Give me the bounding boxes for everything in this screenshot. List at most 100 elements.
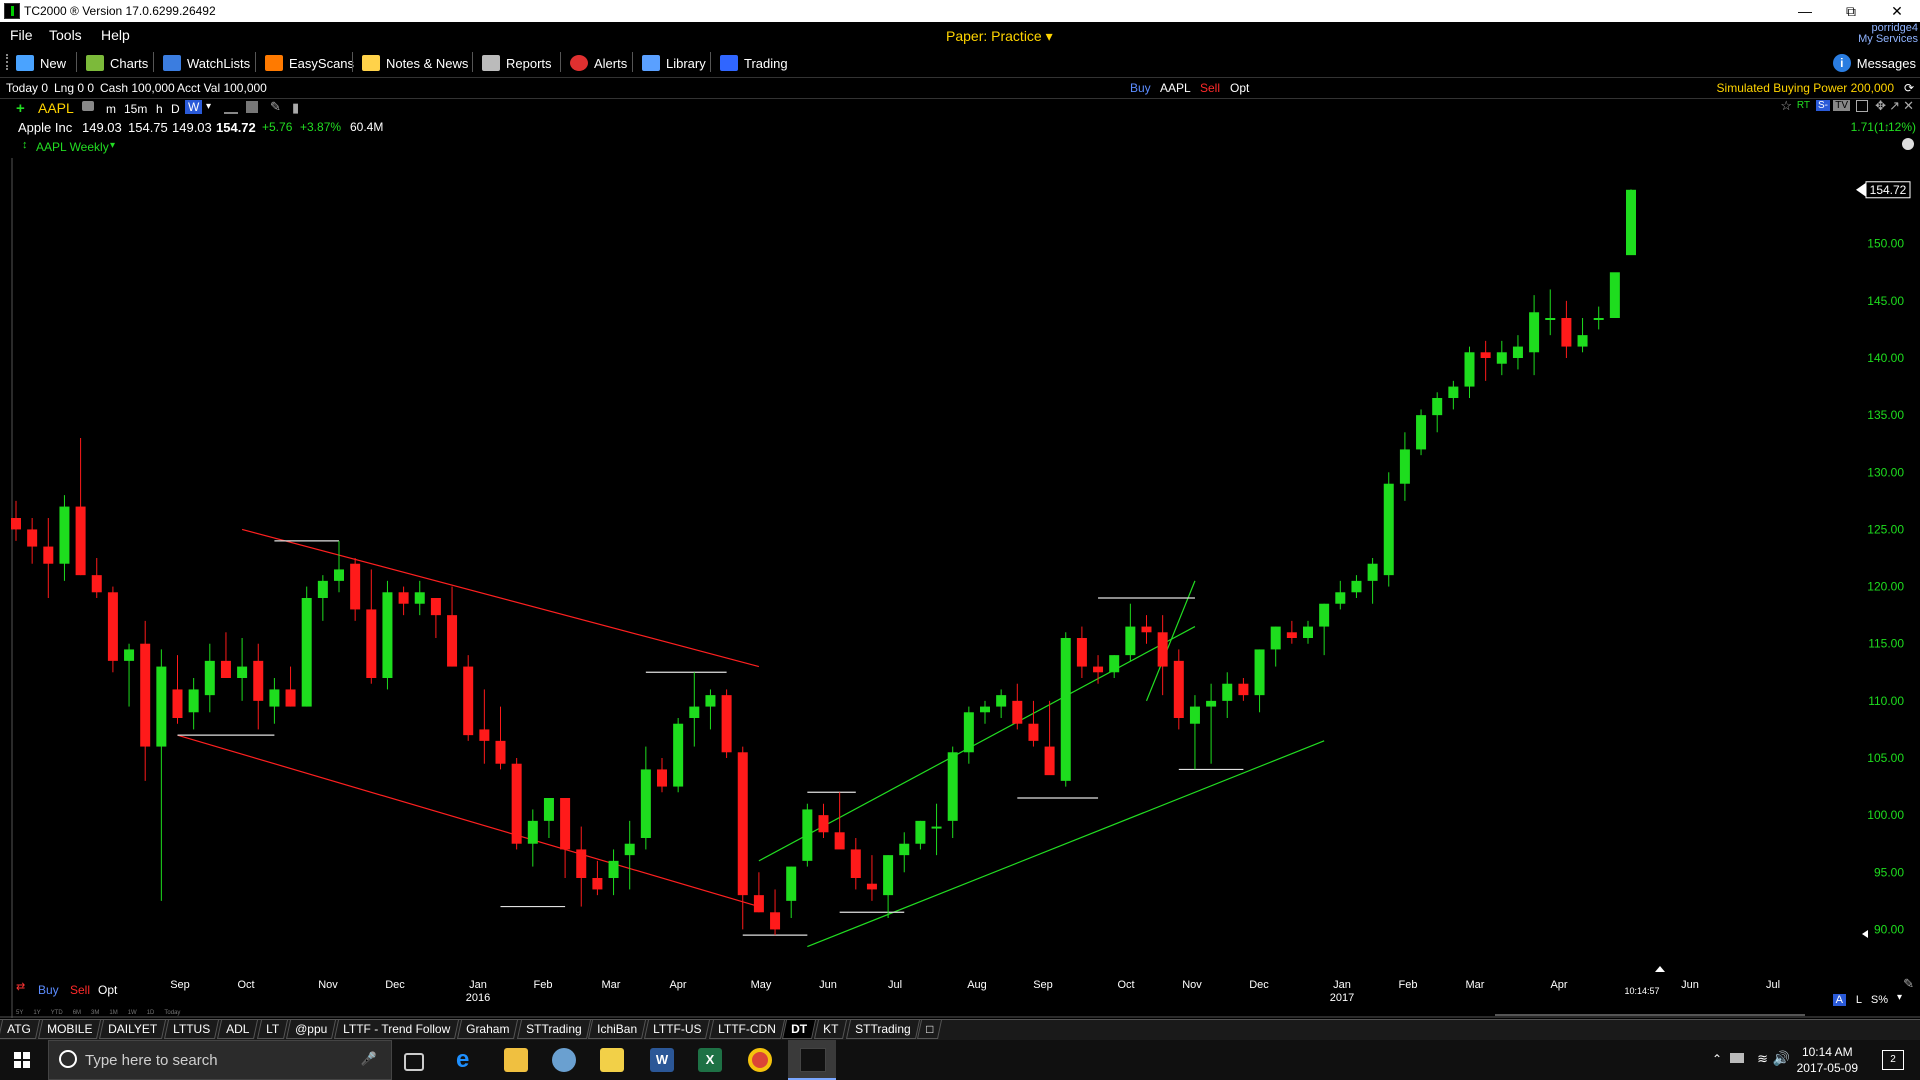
tc2000-taskbar-button[interactable]	[788, 1040, 836, 1080]
tab-sttrading-2[interactable]: STTrading	[845, 1020, 920, 1039]
tab-lt[interactable]: LT	[256, 1020, 288, 1039]
print-icon[interactable]	[82, 101, 94, 111]
close-chart-icon[interactable]: ✕	[1903, 98, 1914, 114]
tab-graham[interactable]: Graham	[457, 1020, 519, 1039]
interval-w[interactable]: W	[185, 100, 203, 114]
tab-lttus[interactable]: LTTUS	[164, 1020, 220, 1039]
toolbar-notes-news-button[interactable]: Notes & News	[362, 53, 468, 73]
chevron-up-icon[interactable]: ⌃	[1712, 1052, 1722, 1066]
interval-d[interactable]: D	[171, 102, 180, 116]
tab-atg[interactable]: ATG	[0, 1020, 40, 1039]
chevron-down-icon[interactable]: ▾	[1897, 992, 1902, 1003]
price-chart[interactable]: 90.00 95.00 100.00 105.00 110.00 115.00 120.00…	[0, 158, 1920, 1018]
favorite-star-icon[interactable]: ☆	[1780, 98, 1792, 114]
microphone-icon[interactable]: 🎤	[361, 1051, 377, 1067]
chart-opt-button[interactable]: Opt	[98, 983, 117, 997]
chart-sell-button[interactable]: Sell	[70, 983, 90, 997]
toolbar-charts-button[interactable]: Charts	[86, 53, 148, 73]
tab-lttf-trend-follow[interactable]: LTTF - Trend Follow	[334, 1020, 460, 1039]
trade-symbol[interactable]: AAPL	[1160, 81, 1191, 95]
interval-m[interactable]: m	[106, 102, 116, 116]
tab-mobile[interactable]: MOBILE	[37, 1020, 102, 1039]
toolbar-easyscans-button[interactable]: EasyScans	[265, 53, 354, 73]
messages-button[interactable]: i Messages	[1832, 53, 1916, 73]
options-button[interactable]: Opt	[1230, 81, 1249, 95]
tab-lttf-cdn[interactable]: LTTF-CDN	[708, 1020, 785, 1039]
buy-button[interactable]: Buy	[1130, 81, 1151, 95]
battery-icon[interactable]	[1730, 1053, 1744, 1063]
menu-tools[interactable]: Tools	[49, 27, 82, 43]
action-center-icon[interactable]: 2	[1882, 1050, 1904, 1070]
chart-symbol[interactable]: AAPL	[38, 100, 74, 116]
tab-ichiban[interactable]: IchiBan	[588, 1020, 647, 1039]
tab-dailyet[interactable]: DAILYET	[99, 1020, 167, 1039]
chart-name[interactable]: AAPL Weekly	[36, 140, 109, 154]
minimize-icon[interactable]: —	[1782, 0, 1828, 22]
interval-h[interactable]: h	[156, 102, 163, 116]
auto-scale-button[interactable]: A	[1832, 994, 1846, 1006]
chrome-icon[interactable]	[748, 1048, 772, 1072]
trade-arrows-icon[interactable]: ⇄	[16, 980, 25, 993]
detach-icon[interactable]: ↗	[1889, 98, 1900, 114]
toolbar-grip-icon[interactable]	[6, 54, 11, 70]
restore-icon[interactable]: ⧉	[1828, 0, 1874, 22]
chevron-down-icon[interactable]: ▾	[110, 140, 115, 151]
layout-icon[interactable]	[246, 101, 258, 113]
add-tab-button[interactable]: □	[917, 1020, 943, 1039]
move-icon[interactable]: ✥	[1875, 98, 1886, 114]
excel-icon[interactable]: X	[698, 1048, 722, 1072]
draw-pencil-icon[interactable]: ✎	[270, 99, 281, 115]
period-1m[interactable]: 1M	[109, 1010, 117, 1016]
tab-lttf-us[interactable]: LTTF-US	[644, 1020, 711, 1039]
tab-ppu[interactable]: @ppu	[285, 1020, 337, 1039]
maximize-icon[interactable]	[1856, 100, 1868, 112]
toolbar-alerts-button[interactable]: Alerts	[570, 53, 627, 73]
close-icon[interactable]: ✕	[1874, 0, 1920, 22]
volume-icon[interactable]: 🔊	[1773, 1050, 1790, 1067]
wifi-icon[interactable]: ≋	[1757, 1051, 1768, 1067]
sell-button[interactable]: Sell	[1200, 81, 1220, 95]
tab-adl[interactable]: ADL	[217, 1020, 259, 1039]
my-services-link[interactable]: porridge4 My Services	[1858, 23, 1918, 45]
period-1y[interactable]: 1Y	[33, 1010, 40, 1016]
toolbar-new-button[interactable]: New	[16, 53, 66, 73]
draw-pencil-icon[interactable]: ✎	[1903, 976, 1914, 992]
period-ytd[interactable]: YTD	[51, 1010, 63, 1016]
bar-style-icon[interactable]	[224, 102, 238, 114]
tab-kt[interactable]: KT	[814, 1020, 848, 1039]
toolbar-trading-button[interactable]: Trading	[720, 53, 788, 73]
taskbar-clock[interactable]: 10:14 AM 2017-05-09	[1797, 1044, 1858, 1076]
account-mode-dropdown[interactable]: Paper: Practice ▾	[946, 28, 1053, 45]
tv-badge[interactable]: TV	[1833, 100, 1850, 111]
toolbar-reports-button[interactable]: Reports	[482, 53, 552, 73]
interval-15m[interactable]: 15m	[124, 102, 147, 116]
tab-dt[interactable]: DT	[782, 1020, 817, 1039]
period-1d[interactable]: 1D	[147, 1010, 155, 1016]
percent-scale-button[interactable]: S%	[1871, 994, 1888, 1006]
toolbar-watchlists-button[interactable]: WatchLists	[163, 53, 250, 73]
eraser-icon[interactable]: ▮	[292, 100, 299, 116]
refresh-icon[interactable]: ⟳	[1904, 81, 1914, 95]
file-explorer-icon[interactable]	[504, 1048, 528, 1072]
chevron-down-icon[interactable]: ▾	[206, 101, 211, 112]
sticky-notes-icon[interactable]	[600, 1048, 624, 1072]
app-globe-icon[interactable]	[552, 1048, 576, 1072]
menu-help[interactable]: Help	[101, 27, 130, 43]
streaming-badge[interactable]: S-	[1816, 100, 1830, 111]
word-icon[interactable]: W	[650, 1048, 674, 1072]
period-6m[interactable]: 6M	[73, 1010, 81, 1016]
task-view-icon[interactable]	[404, 1053, 424, 1071]
chart-buy-button[interactable]: Buy	[38, 983, 59, 997]
period-today[interactable]: Today	[164, 1010, 180, 1016]
windows-start-icon[interactable]	[14, 1052, 30, 1068]
taskbar-search-box[interactable]: Type here to search 🎤	[48, 1040, 392, 1080]
chart-scrollbar[interactable]	[1495, 1014, 1805, 1016]
tab-sttrading[interactable]: STTrading	[516, 1020, 591, 1039]
log-scale-button[interactable]: L	[1856, 994, 1862, 1006]
period-5y[interactable]: 5Y	[16, 1010, 23, 1016]
chart-resize-icon[interactable]: ↕	[22, 139, 28, 151]
menu-file[interactable]: File	[10, 27, 33, 43]
period-3m[interactable]: 3M	[91, 1010, 99, 1016]
period-1w[interactable]: 1W	[128, 1010, 137, 1016]
add-symbol-icon[interactable]: +	[16, 100, 25, 117]
